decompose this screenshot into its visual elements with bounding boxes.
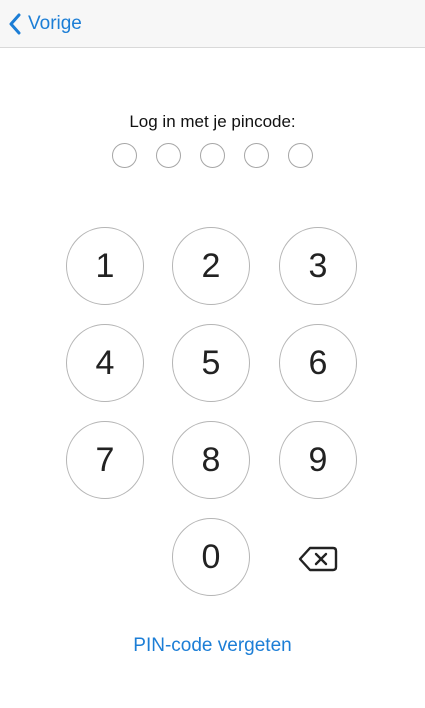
keypad-key-6[interactable]: 6 (279, 324, 357, 402)
pin-dot (244, 143, 269, 168)
keypad-key-7[interactable]: 7 (66, 421, 144, 499)
keypad-key-1[interactable]: 1 (66, 227, 144, 305)
back-button[interactable]: Vorige (8, 9, 82, 39)
pin-dot (288, 143, 313, 168)
keypad-key-8[interactable]: 8 (172, 421, 250, 499)
pin-prompt: Log in met je pincode: (129, 112, 296, 131)
navigation-bar: Vorige (0, 0, 425, 48)
forgot-pin-link[interactable]: PIN-code vergeten (0, 635, 425, 657)
delete-button[interactable] (296, 543, 340, 575)
pin-dot (156, 143, 181, 168)
back-button-label: Vorige (28, 13, 82, 34)
keypad-key-2[interactable]: 2 (172, 227, 250, 305)
pin-login-screen: Vorige Log in met je pincode: 1 2 3 4 5 … (0, 0, 425, 708)
keypad-key-3[interactable]: 3 (279, 227, 357, 305)
keypad-key-0[interactable]: 0 (172, 518, 250, 596)
pin-dot (200, 143, 225, 168)
keypad-key-4[interactable]: 4 (66, 324, 144, 402)
backspace-icon (298, 546, 338, 572)
keypad-key-9[interactable]: 9 (279, 421, 357, 499)
keypad-key-5[interactable]: 5 (172, 324, 250, 402)
chevron-left-icon (9, 13, 21, 35)
pin-dot (112, 143, 137, 168)
pin-keypad: 1 2 3 4 5 6 7 8 9 0 (0, 0, 425, 708)
pin-indicator (0, 143, 425, 168)
